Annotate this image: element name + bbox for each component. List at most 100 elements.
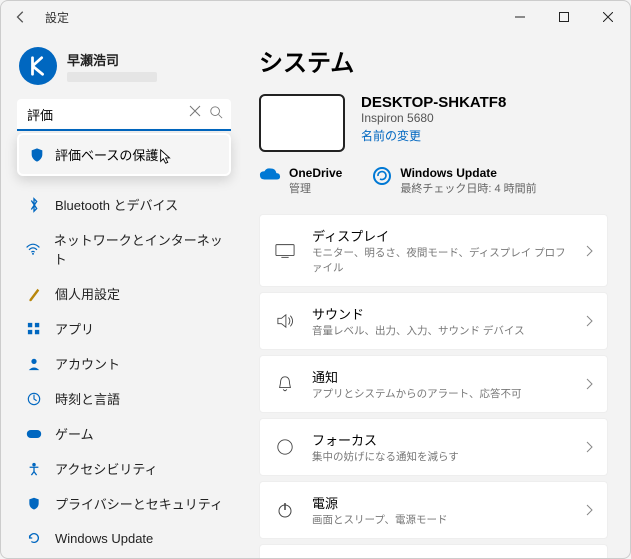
user-email-redacted [67,72,157,82]
device-block: DESKTOP-SHKATF8 Inspiron 5680 名前の変更 [259,94,608,152]
maximize-button[interactable] [542,1,586,33]
chevron-right-icon [585,245,593,257]
search-button[interactable] [209,105,223,119]
window-buttons [498,1,630,33]
nav-label: アプリ [55,319,94,338]
update-label: Windows Update [400,166,536,180]
card-title: サウンド [312,304,569,323]
user-block[interactable]: 早瀬浩司 [15,41,233,99]
bluetooth-icon [27,197,41,213]
clear-search-button[interactable] [189,105,201,117]
chevron-right-icon [585,441,593,453]
card-title: ストレージ [312,556,569,558]
device-model: Inspiron 5680 [361,111,506,125]
brush-icon [27,286,41,302]
nav-time-language[interactable]: 時刻と言語 [15,381,233,416]
back-button[interactable] [9,5,33,29]
title-text: 設定 [45,9,69,26]
nav-list: Bluetooth とデバイス ネットワークとインターネット 個人用設定 アプリ… [15,187,233,555]
card-power[interactable]: 電源画面とスリープ、電源モード [259,481,608,539]
card-focus[interactable]: フォーカス集中の妨げになる通知を減らす [259,418,608,476]
game-icon [26,428,42,440]
search-icon [209,105,223,119]
titlebar: 設定 [1,1,630,33]
nav-label: 時刻と言語 [55,389,120,408]
nav-label: プライバシーとセキュリティ [55,494,223,513]
user-name: 早瀬浩司 [67,50,157,69]
apps-icon [27,322,41,336]
monitor-icon [275,243,295,259]
sidebar: 早瀬浩司 評価ベースの保護 [1,33,241,558]
bell-icon [276,375,294,393]
person-icon [27,357,41,371]
nav-label: 個人用設定 [55,284,120,303]
cursor-icon [159,149,173,165]
nav-windows-update[interactable]: Windows Update [15,521,233,555]
chevron-right-icon [585,378,593,390]
speaker-icon [275,313,295,329]
power-icon [276,501,294,519]
update-icon [27,531,41,545]
avatar-k-icon [27,55,49,77]
nav-label: アカウント [55,354,120,373]
onedrive-label: OneDrive [289,166,342,180]
nav-network[interactable]: ネットワークとインターネット [15,222,233,276]
maximize-icon [559,12,569,22]
search-suggestions: 評価ベースの保護 [17,133,231,176]
minimize-icon [515,12,525,22]
close-icon [603,12,613,22]
page-title: システム [259,43,608,78]
wifi-icon [25,242,41,256]
nav-label: ネットワークとインターネット [54,230,223,268]
focus-moon-icon [276,438,294,456]
accessibility-icon [27,462,41,476]
search-wrapper: 評価ベースの保護 [17,99,231,131]
update-sub: 最終チェック日時: 4 時間前 [400,180,536,196]
nav-accounts[interactable]: アカウント [15,346,233,381]
onedrive-icon [259,166,281,182]
close-button[interactable] [586,1,630,33]
shield-icon [29,147,45,163]
status-row: OneDrive 管理 Windows Update 最終チェック日時: 4 時… [259,166,608,196]
clock-globe-icon [27,392,41,406]
windows-update-status[interactable]: Windows Update 最終チェック日時: 4 時間前 [372,166,536,196]
arrow-left-icon [14,10,28,24]
nav-apps[interactable]: アプリ [15,311,233,346]
nav-label: Windows Update [55,531,153,546]
onedrive-status[interactable]: OneDrive 管理 [259,166,342,196]
card-title: フォーカス [312,430,569,449]
chevron-right-icon [585,504,593,516]
settings-window: 設定 早瀬浩司 [0,0,631,559]
card-sub: 画面とスリープ、電源モード [312,512,569,527]
nav-accessibility[interactable]: アクセシビリティ [15,451,233,486]
avatar [19,47,57,85]
card-notifications[interactable]: 通知アプリとシステムからのアラート、応答不可 [259,355,608,413]
chevron-right-icon [585,315,593,327]
nav-gaming[interactable]: ゲーム [15,416,233,451]
card-storage[interactable]: ストレージストレージ領域、ドライブ、構成ルール [259,544,608,558]
device-thumbnail [259,94,345,152]
card-sub: アプリとシステムからのアラート、応答不可 [312,386,569,401]
card-sound[interactable]: サウンド音量レベル、出力、入力、サウンド デバイス [259,292,608,350]
nav-privacy[interactable]: プライバシーとセキュリティ [15,486,233,521]
nav-label: アクセシビリティ [55,459,158,478]
minimize-button[interactable] [498,1,542,33]
card-title: 電源 [312,493,569,512]
device-name: DESKTOP-SHKATF8 [361,94,506,111]
body: 早瀬浩司 評価ベースの保護 [1,33,630,558]
card-title: 通知 [312,367,569,386]
x-icon [189,105,201,117]
suggest-item-0[interactable]: 評価ベースの保護 [19,135,229,174]
nav-bluetooth[interactable]: Bluetooth とデバイス [15,187,233,222]
card-display[interactable]: ディスプレイモニター、明るさ、夜間モード、ディスプレイ プロファイル [259,214,608,287]
onedrive-sub: 管理 [289,180,342,196]
nav-label: ゲーム [55,424,94,443]
nav-personalization[interactable]: 個人用設定 [15,276,233,311]
main-panel: システム DESKTOP-SHKATF8 Inspiron 5680 名前の変更… [241,33,630,558]
nav-label: Bluetooth とデバイス [55,195,178,214]
rename-link[interactable]: 名前の変更 [361,127,506,144]
shield-icon [27,497,41,511]
suggest-item-label: 評価ベースの保護 [55,145,158,164]
card-sub: モニター、明るさ、夜間モード、ディスプレイ プロファイル [312,245,569,275]
card-title: ディスプレイ [312,226,569,245]
